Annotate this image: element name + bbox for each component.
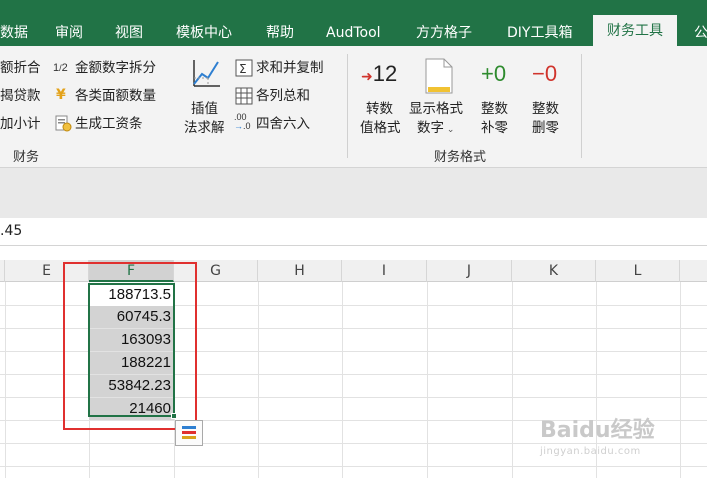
interpolation-chart-icon <box>188 56 224 96</box>
gridline <box>512 282 513 478</box>
tab-audtool[interactable]: AudTool <box>326 22 381 46</box>
group-separator <box>347 54 348 158</box>
tab-finance-tools[interactable]: 财务工具 <box>593 15 677 46</box>
fraction-icon: 1/2 <box>53 62 68 74</box>
tab-review[interactable]: 审阅 <box>55 22 83 46</box>
watermark-brand: Baidu经验 <box>540 418 655 443</box>
gridline <box>342 282 343 478</box>
quick-analysis-icon <box>182 426 196 439</box>
convert-number-format-label-1[interactable]: 转数 <box>366 100 393 118</box>
display-format-label-1[interactable]: 显示格式 <box>409 100 463 118</box>
column-header-k[interactable]: K <box>512 260 596 282</box>
document-format-icon <box>424 58 454 98</box>
svg-text:¥: ¥ <box>56 87 66 102</box>
generate-payslip-button[interactable]: 生成工资条 <box>75 115 143 133</box>
tab-help[interactable]: 帮助 <box>266 22 294 46</box>
gridline <box>5 282 6 478</box>
gridline <box>258 282 259 478</box>
sum-and-copy-button[interactable]: 求和并复制 <box>256 59 324 77</box>
interpolation-label-2[interactable]: 法求解 <box>184 119 225 137</box>
column-header-m[interactable] <box>680 260 707 282</box>
ribbon-tab-bar: 数据 审阅 视图 模板中心 帮助 AudTool 方方格子 DIY工具箱 财务工… <box>0 0 707 46</box>
denomination-count-button[interactable]: 各类面额数量 <box>75 87 156 105</box>
tab-template-center[interactable]: 模板中心 <box>176 22 232 46</box>
finance-group-label: 财务 <box>13 150 40 165</box>
watermark-url: jingyan.baidu.com <box>540 446 641 457</box>
tab-diy-toolbox[interactable]: DIY工具箱 <box>507 22 572 46</box>
pad-zero-icon: +0 <box>481 61 507 86</box>
convert-discount-button[interactable]: 额折合 <box>0 59 41 77</box>
group-separator-2 <box>581 54 582 158</box>
quick-analysis-button[interactable] <box>175 420 203 446</box>
tab-data[interactable]: 数据 <box>0 22 28 46</box>
trim-zero-icon: −0 <box>532 61 558 86</box>
column-header-i[interactable]: I <box>342 260 427 282</box>
integer-trim-zero-label-2[interactable]: 删零 <box>532 119 559 137</box>
integer-pad-zero-label-2[interactable]: 补零 <box>481 119 508 137</box>
formula-bar-value[interactable]: .45 <box>0 223 22 239</box>
formula-bar[interactable]: .45 <box>0 218 707 246</box>
tab-formulas[interactable]: 公 <box>694 22 707 46</box>
column-sum-icon <box>235 87 253 109</box>
yen-coin-icon: ¥ <box>54 86 70 106</box>
convert-number-icon: ➜12 <box>361 61 398 86</box>
split-amount-digits-button[interactable]: 金额数字拆分 <box>75 59 156 77</box>
ribbon: 额折合 揭贷款 加小计 1/2 金额数字拆分 ¥ 各类面额数量 生成工资条 插值… <box>0 46 707 168</box>
payslip-icon <box>54 114 72 136</box>
convert-number-format-label-2[interactable]: 值格式 <box>360 119 401 137</box>
round-half-even-button[interactable]: 四舍六入 <box>256 115 310 133</box>
finance-format-group-label: 财务格式 <box>434 150 487 165</box>
disclose-loan-button[interactable]: 揭贷款 <box>0 87 41 105</box>
gridline <box>0 466 707 467</box>
add-subtotal-button[interactable]: 加小计 <box>0 115 41 133</box>
integer-trim-zero-label-1[interactable]: 整数 <box>532 100 559 118</box>
sum-copy-icon: Σ <box>235 59 253 81</box>
rounding-icon: .00 →.0 <box>234 112 251 131</box>
column-header-l[interactable]: L <box>596 260 680 282</box>
svg-text:Σ: Σ <box>239 62 247 76</box>
tab-view[interactable]: 视图 <box>115 22 143 46</box>
column-header-j[interactable]: J <box>427 260 512 282</box>
display-format-label-2[interactable]: 数字 ⌄ <box>417 119 454 139</box>
gridline <box>680 282 681 478</box>
highlight-annotation-box <box>63 262 197 430</box>
tab-fangfang[interactable]: 方方格子 <box>416 22 472 46</box>
empty-toolbar-band <box>0 168 707 218</box>
interpolation-label-1[interactable]: 插值 <box>191 100 218 118</box>
column-totals-button[interactable]: 各列总和 <box>256 87 310 105</box>
baidu-jingyan-watermark: Baidu经验 jingyan.baidu.com <box>540 412 655 457</box>
column-header-h[interactable]: H <box>258 260 342 282</box>
integer-pad-zero-label-1[interactable]: 整数 <box>481 100 508 118</box>
gridline <box>427 282 428 478</box>
